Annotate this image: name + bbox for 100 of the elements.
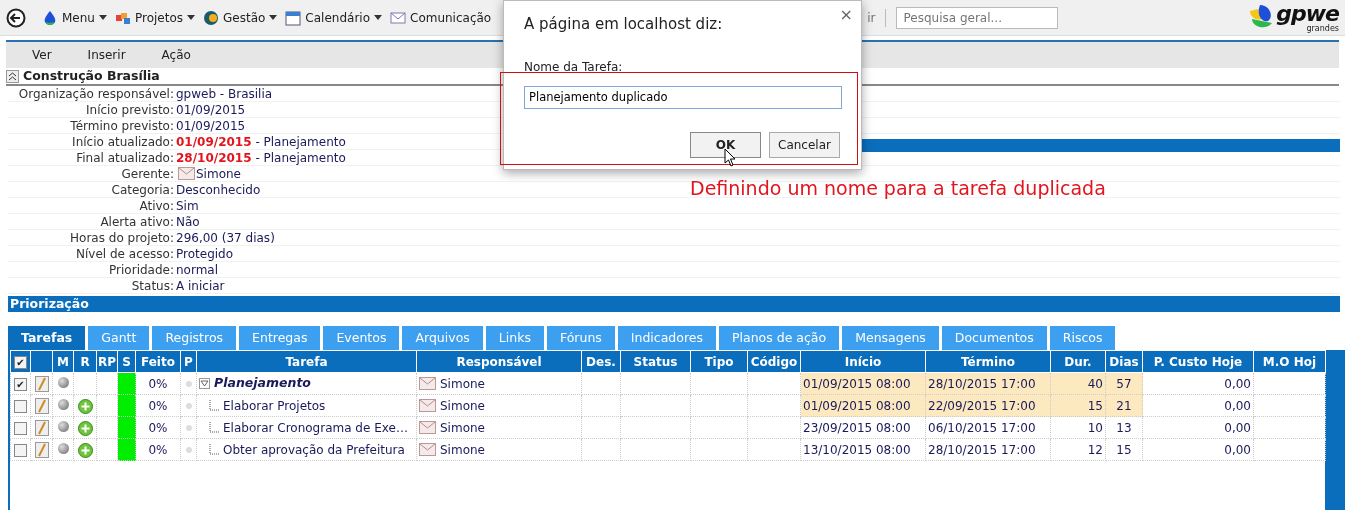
cost-cell: 0,00 <box>1224 420 1251 435</box>
date-cell: 23/09/2015 08:00 <box>803 420 911 435</box>
field-value: Simone <box>196 165 241 182</box>
column-header: M <box>57 354 69 369</box>
field-value: Desconhecido <box>176 181 261 198</box>
field-label: Ativo: <box>138 198 175 213</box>
duration-cell: 15 <box>1087 398 1103 413</box>
field-value: 01/09/2015 <box>176 117 246 134</box>
mail-icon <box>419 399 436 412</box>
date-cell: 06/10/2015 17:00 <box>928 420 1036 435</box>
edit-icon <box>34 398 49 414</box>
menu-item[interactable]: Inserir <box>87 46 126 64</box>
checkbox[interactable] <box>14 421 27 435</box>
close-button[interactable]: × <box>839 3 853 27</box>
menu-item[interactable]: Projetos <box>134 8 183 27</box>
column-header: Tarefa <box>285 354 328 369</box>
column-header: RP <box>97 354 116 369</box>
menu-item[interactable]: Gestão <box>223 8 266 27</box>
days-cell: 57 <box>1116 376 1132 391</box>
field-value: 01/09/2015 <box>176 101 246 118</box>
duration-cell: 40 <box>1087 376 1103 391</box>
field-value: Protegido <box>176 245 234 262</box>
drop-icon <box>42 9 58 26</box>
date-cell: 13/10/2015 08:00 <box>803 442 911 457</box>
responsible-name: Simone <box>440 397 485 415</box>
date-cell: 01/09/2015 08:00 <box>803 376 911 391</box>
text-field[interactable]: Planejamento duplicado <box>524 85 842 109</box>
checkbox[interactable] <box>14 399 27 413</box>
tab[interactable]: Tarefas <box>8 326 86 350</box>
edit-icon <box>34 376 49 392</box>
mail-icon <box>390 9 406 26</box>
logo-tagline: grandes <box>1306 24 1339 33</box>
priority-dot-icon <box>185 381 192 387</box>
field-label: Nome da Tarefa: <box>524 58 624 76</box>
column-header: Dias <box>1109 354 1139 369</box>
caret-icon <box>187 15 195 20</box>
date-cell: 28/10/2015 17:00 <box>928 376 1036 391</box>
field-label: Gerente: <box>120 166 175 181</box>
column-header: M.O Hoj <box>1262 354 1317 369</box>
field-label: Horas do projeto: <box>69 230 175 245</box>
checkbox[interactable] <box>14 443 27 457</box>
tree-line-icon <box>209 421 219 434</box>
percent-done: 0% <box>148 442 168 457</box>
cursor-icon <box>724 148 736 167</box>
column-header: Des. <box>586 354 616 369</box>
column-header: Status <box>633 354 678 369</box>
caret-icon <box>269 15 278 20</box>
menu-item[interactable]: Ação <box>161 46 191 64</box>
responsible-name: Simone <box>440 419 485 437</box>
checkbox[interactable]: ✔ <box>14 377 27 391</box>
percent-done: 0% <box>148 376 168 391</box>
column-header: Código <box>750 354 798 369</box>
tree-line-icon <box>209 443 219 456</box>
column-header: Dur. <box>1064 354 1092 369</box>
edit-icon <box>34 420 49 436</box>
column-header: P <box>184 354 193 369</box>
duration-cell: 10 <box>1087 420 1103 435</box>
menu-item[interactable]: Comunicação <box>410 8 492 27</box>
field-label: Final atualizado: <box>75 150 175 165</box>
status-ball-icon <box>57 376 69 388</box>
column-header: Responsável <box>456 354 542 369</box>
menu-item[interactable]: Ver <box>32 46 52 64</box>
responsible-name: Simone <box>440 375 485 393</box>
logo-text: gpwe <box>1276 2 1339 25</box>
dialog-title: A página em localhost diz: <box>524 14 724 35</box>
search-field[interactable]: Pesquisa geral... <box>896 6 1059 29</box>
status-ball-icon <box>57 398 69 410</box>
cost-cell: 0,00 <box>1224 376 1251 391</box>
column-header: Início <box>844 354 882 369</box>
column-header: R <box>80 354 90 369</box>
field-value: Sim <box>176 197 199 214</box>
section-header: Priorização <box>8 296 1340 312</box>
calendar-icon <box>285 9 302 26</box>
dialog-button[interactable]: Cancelar <box>769 131 840 158</box>
caret-icon <box>374 15 382 20</box>
field-label: Prioridade: <box>108 262 175 277</box>
field-label: Nível de acesso: <box>75 246 175 261</box>
field-value: gpweb - Brasilia <box>176 85 273 102</box>
mail-icon <box>419 443 436 456</box>
project-title: Construção Brasília <box>23 66 160 85</box>
column-header: Tipo <box>704 354 734 369</box>
menu-item[interactable]: ir <box>867 8 876 27</box>
field-label: Alerta ativo: <box>99 214 175 229</box>
field-label: Início atualizado: <box>71 134 175 149</box>
menu-item[interactable]: Calendário <box>305 8 370 27</box>
days-cell: 13 <box>1116 420 1132 435</box>
checkbox[interactable]: ✔ <box>14 355 27 369</box>
date-cell: 01/09/2015 08:00 <box>803 398 911 413</box>
field-label: Término previsto: <box>69 118 175 133</box>
dialog-button[interactable]: OK <box>690 131 761 158</box>
edit-icon <box>34 442 49 458</box>
field-label: Categoria: <box>110 182 175 197</box>
mail-icon <box>419 421 436 434</box>
field-value: 28/10/2015 - Planejamento <box>176 149 346 166</box>
menu-item[interactable]: Menu <box>62 8 95 27</box>
caret-icon <box>98 15 107 20</box>
column-header: Feito <box>141 354 175 369</box>
column-header: S <box>122 354 131 369</box>
field-label: Organização responsável: <box>17 86 175 101</box>
days-cell: 15 <box>1116 442 1132 457</box>
